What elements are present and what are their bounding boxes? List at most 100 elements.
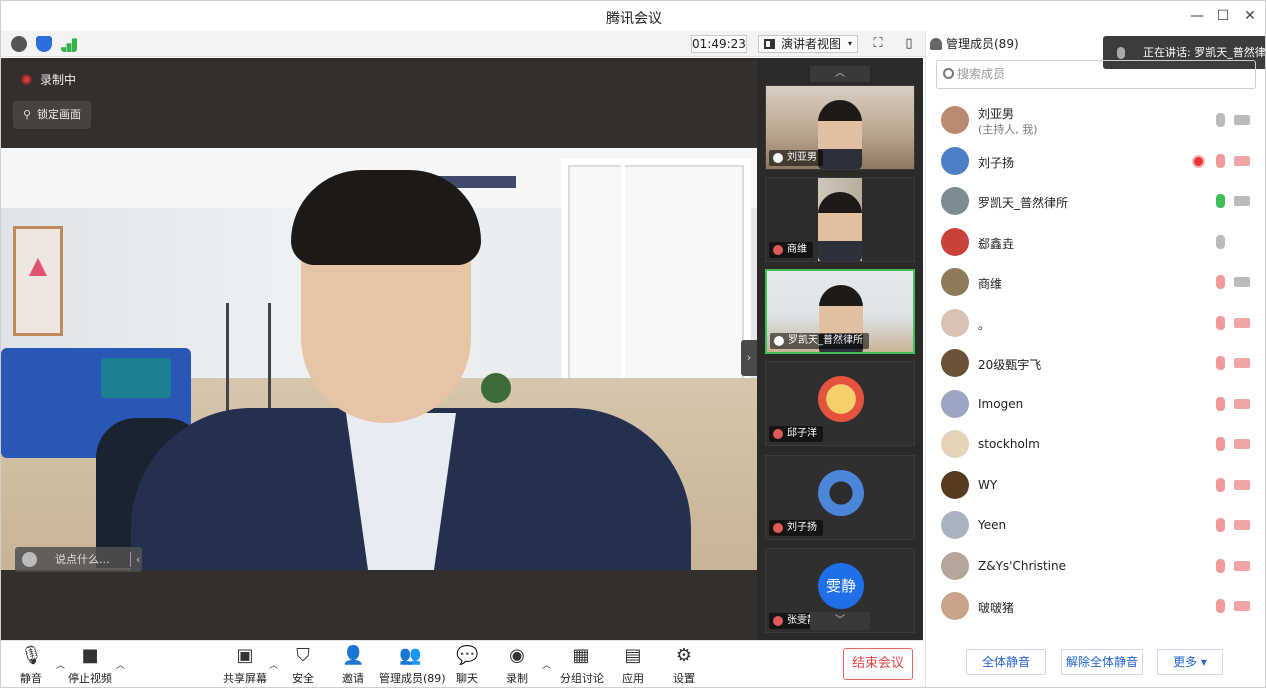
camera-off-icon[interactable] — [1234, 479, 1250, 490]
microphone-muted-icon — [773, 616, 783, 626]
camera-off-icon[interactable] — [1234, 601, 1250, 611]
emoji-icon[interactable] — [22, 552, 37, 567]
share-screen-button[interactable]: ▣ 共享屏幕 — [223, 645, 267, 687]
member-row[interactable]: Yeen — [926, 506, 1265, 546]
participant-name-text: 刘亚男 — [787, 152, 817, 163]
microphone-muted-icon[interactable] — [1216, 356, 1225, 370]
end-meeting-button[interactable]: 结束会议 — [843, 648, 913, 680]
member-avatar — [941, 349, 969, 377]
microphone-muted-icon[interactable] — [1216, 599, 1225, 613]
camera-off-icon[interactable] — [1234, 155, 1250, 166]
lock-view-button[interactable]: ⚲ 锁定画面 — [13, 101, 91, 129]
mute-all-button[interactable]: 全体静音 — [966, 649, 1046, 675]
camera-icon[interactable] — [1234, 115, 1250, 125]
microphone-icon[interactable] — [1216, 194, 1225, 208]
panel-header: 管理成员(89) — [930, 35, 1019, 52]
meeting-window: 腾讯会议 — ☐ ✕ 01:49:23 演讲者视图 ▾ ⛶ ▯ 录制中 ⚲ 锁定画… — [0, 0, 1266, 688]
sofa-cushion — [101, 358, 171, 398]
microphone-muted-icon[interactable] — [1216, 437, 1225, 451]
member-name: WY — [978, 477, 998, 492]
microphone-muted-icon[interactable] — [1216, 558, 1225, 573]
member-row[interactable]: 罗凯天_普然律所 — [926, 182, 1265, 222]
invite-button[interactable]: 👤 邀请 — [339, 645, 367, 687]
camera-off-icon[interactable] — [1234, 317, 1250, 328]
scroll-up-button[interactable]: ︿ — [810, 66, 870, 82]
mic-options-chevron[interactable]: ︿ — [56, 658, 65, 671]
member-avatar — [941, 430, 969, 458]
breakout-rooms-button[interactable]: ▦ 分组讨论 — [560, 645, 604, 687]
member-row[interactable]: 郄鑫垚 — [926, 223, 1265, 263]
stop-video-button[interactable]: ■ 停止视频 — [67, 645, 113, 687]
member-role: (主持人, 我) — [978, 123, 1038, 136]
microphone-icon[interactable] — [1216, 113, 1225, 127]
settings-button[interactable]: ⚙ 设置 — [671, 645, 697, 687]
microphone-icon — [773, 153, 783, 163]
record-options-chevron[interactable]: ︿ — [542, 658, 551, 671]
member-row[interactable]: 啵啵猪 — [926, 587, 1265, 627]
more-button[interactable]: 更多 ▾ — [1157, 649, 1223, 675]
microphone-muted-icon[interactable] — [1216, 518, 1225, 532]
chevron-left-icon[interactable]: ‹ — [136, 547, 140, 572]
video-options-chevron[interactable]: ︿ — [116, 658, 125, 671]
microphone-muted-icon[interactable] — [1216, 315, 1225, 330]
microphone-muted-icon[interactable] — [1216, 396, 1225, 411]
quick-chat-input[interactable]: 说点什么... ‹ — [15, 547, 142, 572]
participant-thumbnail[interactable]: 刘子扬 — [765, 455, 915, 540]
toggle-sidebar-icon[interactable]: ▯ — [900, 35, 918, 53]
manage-members-button[interactable]: 👥 管理成员(89) — [379, 645, 446, 687]
member-row[interactable]: 。 — [926, 304, 1265, 344]
member-row[interactable]: Z&Ys'Christine — [926, 547, 1265, 587]
member-row[interactable]: WY — [926, 466, 1265, 506]
share-options-chevron[interactable]: ︿ — [269, 658, 278, 671]
collapse-thumbnails-button[interactable]: › — [741, 340, 757, 376]
signal-strength-icon[interactable] — [61, 38, 77, 52]
view-mode-dropdown[interactable]: 演讲者视图 ▾ — [758, 35, 858, 53]
camera-off-icon[interactable] — [1234, 439, 1250, 449]
member-row[interactable]: 商维 — [926, 263, 1265, 303]
member-row[interactable]: 刘亚男 (主持人, 我) — [926, 101, 1265, 141]
camera-off-icon[interactable] — [1234, 520, 1250, 530]
member-search-input[interactable]: 搜索成员 — [936, 60, 1256, 89]
security-button[interactable]: ⛉ 安全 — [290, 645, 316, 687]
member-avatar — [941, 511, 969, 539]
member-row[interactable]: 20级甄宇飞 — [926, 344, 1265, 384]
breakout-icon: ▦ — [572, 645, 590, 666]
mute-button[interactable]: 🎙 静音 — [13, 645, 49, 687]
speaker-view-icon — [764, 39, 775, 49]
member-row[interactable]: stockholm — [926, 425, 1265, 465]
microphone-icon: 🎙 — [20, 645, 43, 666]
participant-thumbnail[interactable]: 邱子洋 — [765, 361, 915, 446]
microphone-icon[interactable] — [1216, 234, 1225, 249]
member-avatar — [941, 187, 969, 215]
scroll-down-button[interactable]: ﹀ — [810, 612, 870, 630]
camera-icon[interactable] — [1234, 196, 1250, 206]
chat-icon: 💬 — [456, 645, 479, 666]
member-row[interactable]: 刘子扬 — [926, 142, 1265, 182]
unmute-all-button[interactable]: 解除全体静音 — [1061, 649, 1143, 675]
camera-icon[interactable] — [1234, 277, 1250, 287]
camera-off-icon[interactable] — [1234, 398, 1250, 409]
member-row[interactable]: Imogen — [926, 385, 1265, 425]
maximize-button[interactable]: ☐ — [1215, 8, 1231, 24]
thumbnail-strip: ︿ 刘亚男 商维 罗凯天_普然律所 邱子洋 刘子扬 雯静 张雯静 ﹀ — [757, 58, 923, 640]
minimize-button[interactable]: — — [1189, 8, 1205, 24]
chat-placeholder: 说点什么... — [55, 553, 110, 566]
microphone-muted-icon[interactable] — [1216, 275, 1225, 289]
apps-button[interactable]: ▤ 应用 — [620, 645, 646, 687]
chat-button[interactable]: 💬 聊天 — [454, 645, 480, 687]
participant-name-text: 罗凯天_普然律所 — [788, 335, 863, 346]
camera-off-icon[interactable] — [1234, 560, 1250, 571]
participant-thumbnail[interactable]: 商维 — [765, 177, 915, 262]
fullscreen-icon[interactable]: ⛶ — [869, 35, 887, 53]
participant-thumbnail[interactable]: 罗凯天_普然律所 — [765, 269, 915, 354]
microphone-muted-icon[interactable] — [1216, 153, 1225, 168]
info-icon[interactable] — [11, 36, 27, 52]
close-button[interactable]: ✕ — [1242, 8, 1258, 24]
member-name: 罗凯天_普然律所 — [978, 196, 1069, 210]
record-button[interactable]: ◉ 录制 — [504, 645, 530, 687]
member-avatar — [941, 389, 969, 418]
camera-off-icon[interactable] — [1234, 358, 1250, 368]
participant-thumbnail[interactable]: 刘亚男 — [765, 85, 915, 170]
security-shield-icon[interactable] — [36, 36, 52, 52]
microphone-muted-icon[interactable] — [1216, 477, 1225, 492]
